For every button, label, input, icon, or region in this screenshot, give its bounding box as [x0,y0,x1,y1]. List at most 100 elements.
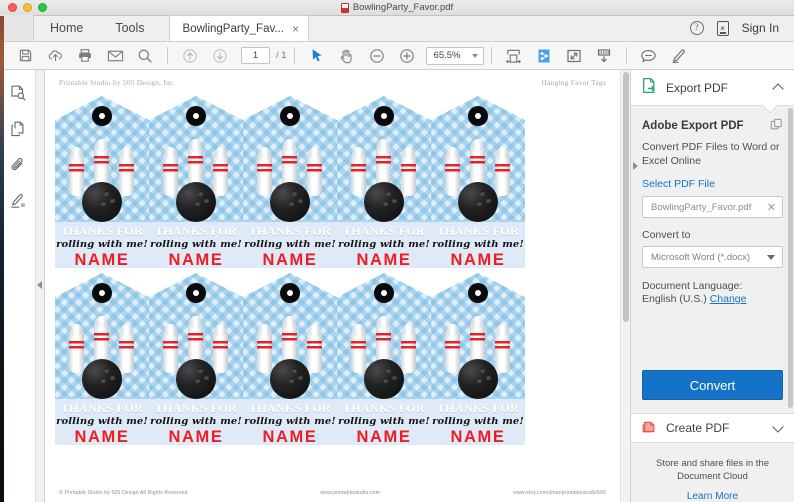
page-header: Printable Studio by 505 Design, Inc Hang… [55,78,610,87]
upload-cloud-icon[interactable] [40,43,70,69]
tag-line-3: NAME [450,428,506,445]
tag-line-1: THANKS FOR [154,401,237,415]
page-total-label: / 1 [276,50,287,61]
collapse-arrow-icon[interactable] [37,281,42,289]
scroll-down-icon[interactable] [589,43,619,69]
window-title-text: BowlingParty_Favor.pdf [352,1,454,13]
zoom-out-icon[interactable] [362,43,392,69]
page-thumbnails-icon[interactable] [7,82,29,104]
cloud-promo-line-1: Store and share files in the [655,458,769,469]
convert-button[interactable]: Convert [642,370,783,400]
export-pdf-section-header[interactable]: Export PDF [631,70,794,114]
attachment-clip-icon[interactable] [7,154,29,176]
pages-icon[interactable] [7,118,29,140]
pdf-file-icon [340,2,349,13]
tag-text-band: THANKS FOR rolling with me! NAME [431,222,525,268]
page-footer-shop: www.etsy.com/shop/printablestudio505 [513,490,606,496]
tools-panel-scrollbar-thumb[interactable] [788,108,793,408]
panel-collapse-arrow-icon[interactable] [633,162,638,170]
select-tool-icon[interactable] [302,43,332,69]
page-number-input[interactable]: 1 [241,47,270,64]
fit-width-icon[interactable] [499,43,529,69]
tag-line-2: rolling with me! [432,239,524,250]
select-pdf-file-link[interactable]: Select PDF File [642,178,783,190]
sign-icon[interactable] [7,190,29,212]
tools-panel: Export PDF Adobe Export PDF Convert PDF … [630,70,794,502]
export-pdf-description: Convert PDF Files to Word or Excel Onlin… [642,141,780,167]
favor-tag: THANKS FOR rolling with me! NAME [149,96,243,268]
tab-document[interactable]: BowlingParty_Fav... × [168,15,309,41]
highlight-pen-icon[interactable] [664,43,694,69]
window-titlebar: BowlingParty_Favor.pdf [0,0,794,16]
convert-to-value: Microsoft Word (*.docx) [651,251,751,263]
zoom-in-icon[interactable] [392,43,422,69]
bowling-ball-icon [458,182,498,222]
learn-more-link[interactable]: Learn More [645,491,780,502]
document-scrollbar-thumb[interactable] [623,72,629,322]
main-toolbar: 1 / 1 65.5% [0,42,794,70]
convert-to-select[interactable]: Microsoft Word (*.docx) [642,246,783,268]
help-icon[interactable]: ? [689,21,704,35]
comment-icon[interactable] [634,43,664,69]
tag-line-1: THANKS FOR [248,401,331,415]
document-language-row: English (U.S.) Change [642,293,783,305]
bowling-ball-icon [176,359,216,399]
hand-tool-icon[interactable] [332,43,362,69]
save-icon[interactable] [10,43,40,69]
favor-tag: THANKS FOR rolling with me! NAME [243,96,337,268]
tag-line-3: NAME [262,251,318,268]
page-footer-website: www.printablestudio.com [320,490,381,496]
tag-hole-punch [280,283,300,303]
favor-tag: THANKS FOR rolling with me! NAME [431,273,525,445]
chevron-up-icon[interactable] [773,82,784,93]
copy-icon[interactable] [770,118,783,134]
chevron-down-icon[interactable] [773,423,784,434]
tag-text-band: THANKS FOR rolling with me! NAME [243,222,337,268]
document-cloud-promo: Store and share files in the Document Cl… [631,443,794,502]
convert-to-label: Convert to [642,229,691,241]
next-page-icon[interactable] [205,43,235,69]
page-header-right: Hanging Favor Tags [541,78,606,87]
full-screen-icon[interactable] [559,43,589,69]
close-icon[interactable]: × [292,23,299,35]
tag-text-band: THANKS FOR rolling with me! NAME [55,222,149,268]
tag-line-2: rolling with me! [338,239,430,250]
fit-page-icon[interactable] [529,43,559,69]
navigation-pane-splitter[interactable] [36,70,45,502]
mobile-link-icon[interactable]: × [716,20,729,36]
search-icon[interactable] [130,43,160,69]
tab-tools[interactable]: Tools [99,15,160,41]
tag-line-2: rolling with me! [150,416,242,427]
bowling-ball-icon [82,182,122,222]
tag-text-band: THANKS FOR rolling with me! NAME [149,399,243,445]
print-icon[interactable] [70,43,100,69]
navigation-rail [0,70,36,502]
favor-tag: THANKS FOR rolling with me! NAME [337,273,431,445]
zoom-level-select[interactable]: 65.5% [425,46,484,65]
tag-line-2: rolling with me! [56,239,148,250]
change-language-link[interactable]: Change [710,293,747,305]
tag-line-2: rolling with me! [244,416,336,427]
tag-line-2: rolling with me! [56,416,148,427]
tag-line-1: THANKS FOR [60,401,143,415]
tag-text-band: THANKS FOR rolling with me! NAME [337,222,431,268]
tag-line-2: rolling with me! [150,239,242,250]
selected-file-input[interactable]: BowlingParty_Favor.pdf ✕ [642,196,783,218]
tab-home[interactable]: Home [34,15,99,41]
document-scrollbar[interactable] [620,70,630,502]
tag-line-3: NAME [262,428,318,445]
clear-file-icon[interactable]: ✕ [767,201,776,214]
tab-bar-actions: ? × Sign In [689,15,794,41]
sign-in-button[interactable]: Sign In [742,21,779,35]
document-viewer[interactable]: Printable Studio by 505 Design, Inc Hang… [45,70,630,502]
previous-page-icon[interactable] [175,43,205,69]
email-icon[interactable] [100,43,130,69]
create-pdf-section-header[interactable]: Create PDF [631,413,794,443]
tag-line-2: rolling with me! [432,416,524,427]
zoom-level-value: 65.5% [433,50,461,61]
tag-line-3: NAME [356,428,412,445]
selected-file-value: BowlingParty_Favor.pdf [651,201,752,213]
tag-line-3: NAME [168,251,224,268]
tag-line-3: NAME [74,251,130,268]
favor-tag: THANKS FOR rolling with me! NAME [337,96,431,268]
